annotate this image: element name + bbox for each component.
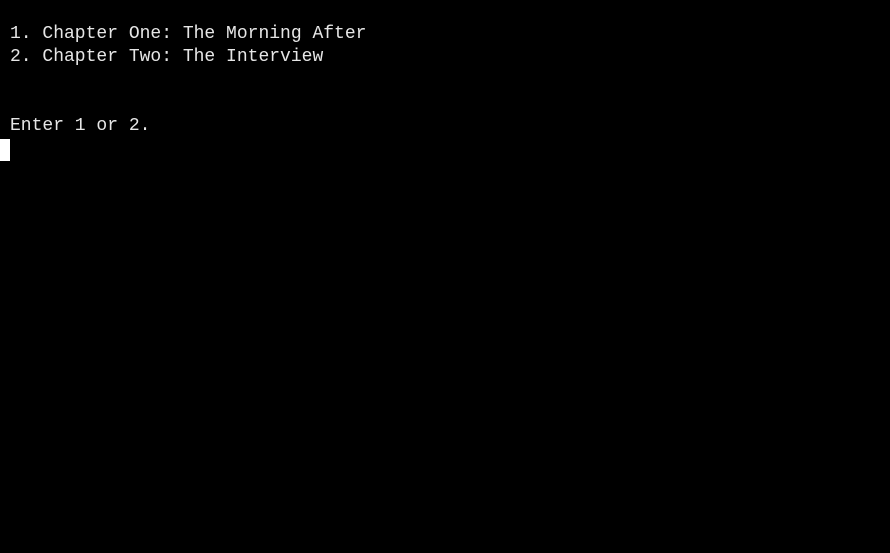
terminal-window[interactable]: 1. Chapter One: The Morning After 2. Cha… xyxy=(0,0,890,553)
text-cursor[interactable] xyxy=(0,139,10,161)
menu-option-chapter-one: 1. Chapter One: The Morning After xyxy=(10,24,367,44)
menu-option-chapter-two: 2. Chapter Two: The Interview xyxy=(10,47,324,67)
input-prompt: Enter 1 or 2. xyxy=(10,116,151,136)
